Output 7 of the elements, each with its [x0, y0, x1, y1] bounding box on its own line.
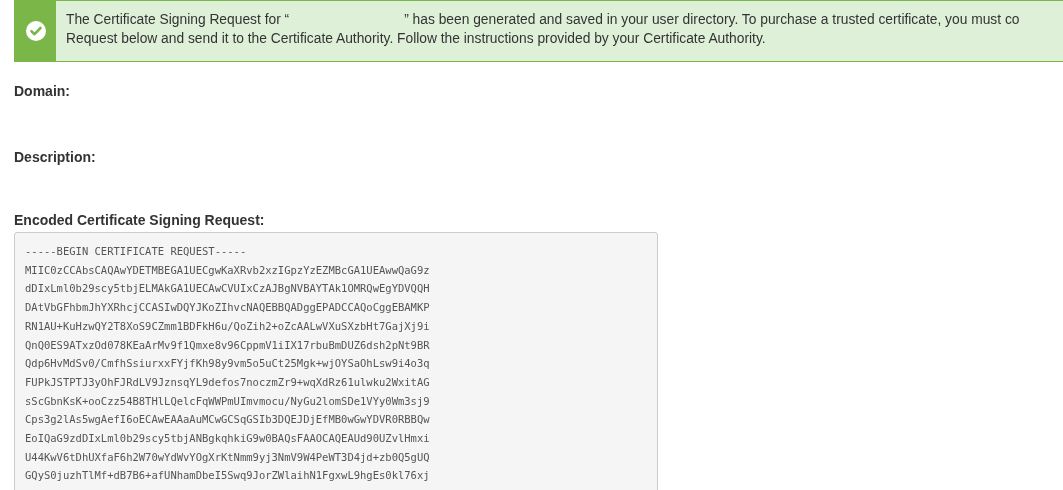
csr-textarea[interactable]: -----BEGIN CERTIFICATE REQUEST----- MIIC0zCCAbsCAQAwYDETMBEGA1UECgwKaXRvb2xzIGpzYzEZMBcGA1UEAwwQaG9z dDIxLml0b29scy5tbjELMAkGA1UECAwCVUIxCzAJBgNVBAYTAk1OMRQwEgYDVQQH DAtVbGFhbmJhYXRhcjCCASIwDQYJKoZIhvcNAQEBBQADggEPADCCAQoCggEBAMKP RN1AU+KuHzwQY2T8XoS9CZmm1BDFkH6u/QoZih2+oZcAALwVXuSXzbHt7GajXj9i QnQ0ES9ATxzOd078KEaArMv9f1Qmxe8v96CppmV1iIX17rbuBmDUZ6dsh2pNt9BR Qdp6HvMdSv0/CmfhSsiurxxFYjfKh98y9vm5o5uCt25Mgk+wjOYSaOhLsw9i4o3q FUPkJSTPTJ3yOhFJRdLV9JznsqYL9defos7noczmZr9+wqXdRz61ulwku2WxitAG sScGbnKsK+ooCzz54B8THlLQelcFqWWPmUImvmocu/NyGu2lomSDe1VYy0Wm3sj9 Cps3g2lAs5wgAefI6oECAwEAAaAuMCwGCSqGSIb3DQEJDjEfMB0wGwYDVR0RBBQw EoIQaG9zdDIxLml0b29scy5tbjANBgkqhkiG9w0BAQsFAAOCAQEAUd90UZvlHmxi U44KwV6tDhUXfaF6h2W70wYdWvYOgXrKtNmm9yj3NmV9W4PeWT3D4jd+zb0Q5gUQ GQyS0juzhTlMf+dB7B6+afUNhamDbeI5Swq9JorZWlaihN1FgxwL9hgEs0kl76xj — [14, 232, 658, 490]
alert-message: The Certificate Signing Request for “ ” has been generated and saved in your user directory. To purchase a trusted certificate, you must co — [66, 11, 1021, 29]
field-label: Domain: — [14, 83, 70, 99]
field-label: Encoded Certificate Signing Request: — [14, 211, 266, 230]
alert-message: Request below and send it to the Certificate Authority. Follow the instructions provided by your Certificate Authority. — [66, 30, 767, 48]
field-label: Description: — [14, 149, 96, 165]
check-circle-icon — [25, 21, 46, 41]
